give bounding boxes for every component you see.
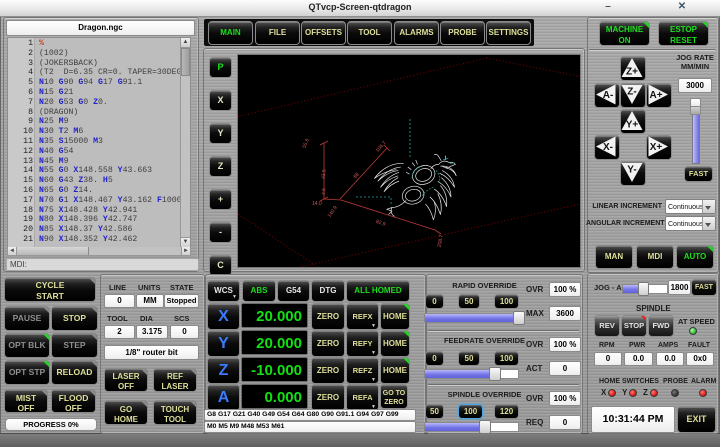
svg-text:X+: X+ [650, 142, 663, 153]
svg-text:A+: A+ [649, 90, 662, 101]
svg-text:A-: A- [603, 90, 614, 101]
svg-text:X-: X- [603, 142, 613, 153]
svg-text:Z+: Z+ [626, 67, 638, 78]
svg-text:208.7: 208.7 [437, 234, 445, 248]
svg-text:88: 88 [352, 172, 360, 180]
svg-text:4.5: 4.5 [321, 188, 328, 196]
svg-text:Z-: Z- [627, 87, 636, 98]
svg-text:14.0: 14.0 [312, 201, 322, 207]
svg-text:140.9: 140.9 [327, 205, 339, 219]
svg-text:55.6: 55.6 [302, 138, 311, 149]
svg-text:43.5: 43.5 [321, 169, 328, 179]
svg-text:Y+: Y+ [626, 120, 639, 131]
svg-text:82.9: 82.9 [375, 219, 386, 228]
svg-text:Y-: Y- [627, 165, 636, 176]
